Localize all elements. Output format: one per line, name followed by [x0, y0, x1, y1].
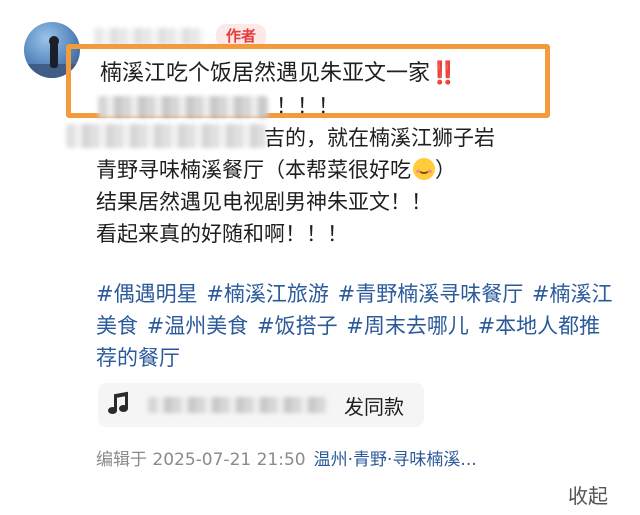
hashtag-link[interactable]: #楠溪江旅游: [206, 282, 329, 306]
smiling-face-icon: [413, 158, 435, 180]
music-chip[interactable]: 发同款: [98, 383, 424, 427]
body-line-5: 结果居然遇见电视剧男神朱亚文！！: [96, 190, 432, 214]
hashtag-list: #偶遇明星 #楠溪江旅游 #青野楠溪寻味餐厅 #楠溪江美食 #温州美食 #饭搭子…: [96, 278, 616, 374]
body-line-redacted: [98, 96, 268, 118]
body-line-4-end: ）: [435, 158, 456, 182]
post-meta: 编辑于 2025-07-21 21:50 温州·青野·寻味楠溪...: [96, 448, 477, 472]
body-line-4: 青野寻味楠溪餐厅（本帮菜很好吃 ）: [96, 154, 456, 186]
hashtag-link[interactable]: #周末去哪儿: [346, 314, 469, 338]
body-line-3-tail: 吉的，就在楠溪江狮子岩: [264, 126, 495, 150]
body-line-2-tail: ！！！: [276, 94, 339, 118]
collapse-button[interactable]: 收起: [568, 480, 608, 509]
location-link[interactable]: 温州·青野·寻味楠溪...: [314, 450, 477, 470]
avatar-figure-body: [50, 42, 58, 68]
body-line-4-text: 青野寻味楠溪餐厅（本帮菜很好吃: [96, 158, 411, 182]
body-line-redacted: [66, 124, 266, 148]
body-line-6: 看起来真的好随和啊！！！: [96, 222, 348, 246]
hashtag-link[interactable]: #温州美食: [147, 314, 249, 338]
music-note-icon: [108, 391, 130, 417]
edited-timestamp: 编辑于 2025-07-21 21:50: [96, 450, 306, 470]
music-title-redacted: [148, 397, 328, 413]
use-same-music-button[interactable]: 发同款: [344, 391, 404, 420]
hashtag-link[interactable]: #饭搭子: [257, 314, 338, 338]
hashtag-link[interactable]: #偶遇明星: [96, 282, 198, 306]
hashtag-link[interactable]: #青野楠溪寻味餐厅: [338, 282, 524, 306]
